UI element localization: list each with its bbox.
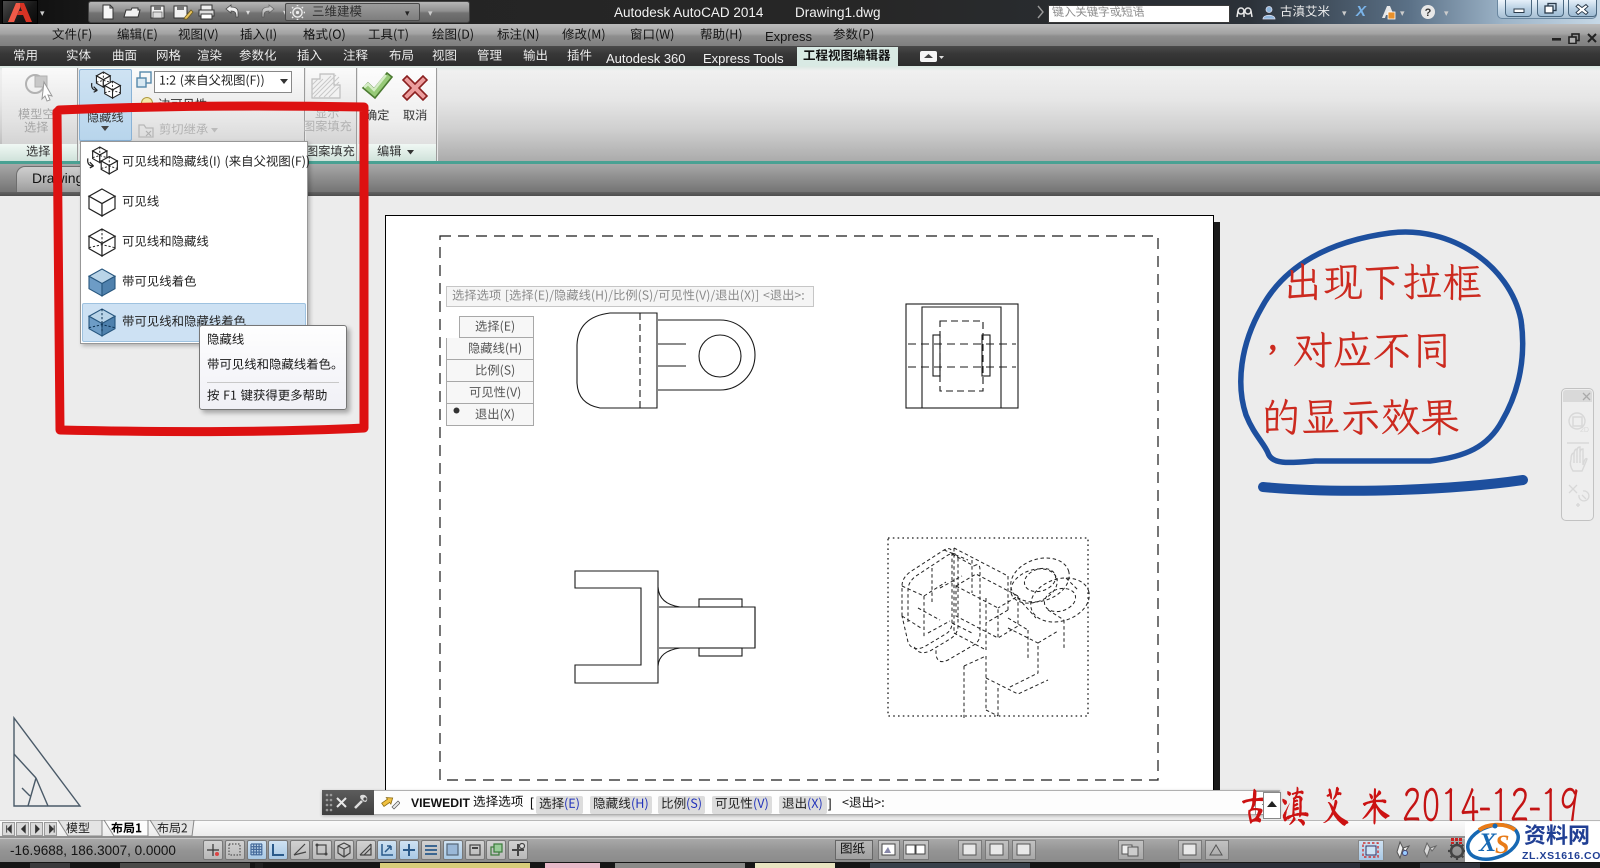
svg-text:2D: 2D — [1580, 427, 1589, 434]
svg-text:S: S — [1495, 830, 1509, 859]
svg-text:?: ? — [1425, 7, 1432, 19]
